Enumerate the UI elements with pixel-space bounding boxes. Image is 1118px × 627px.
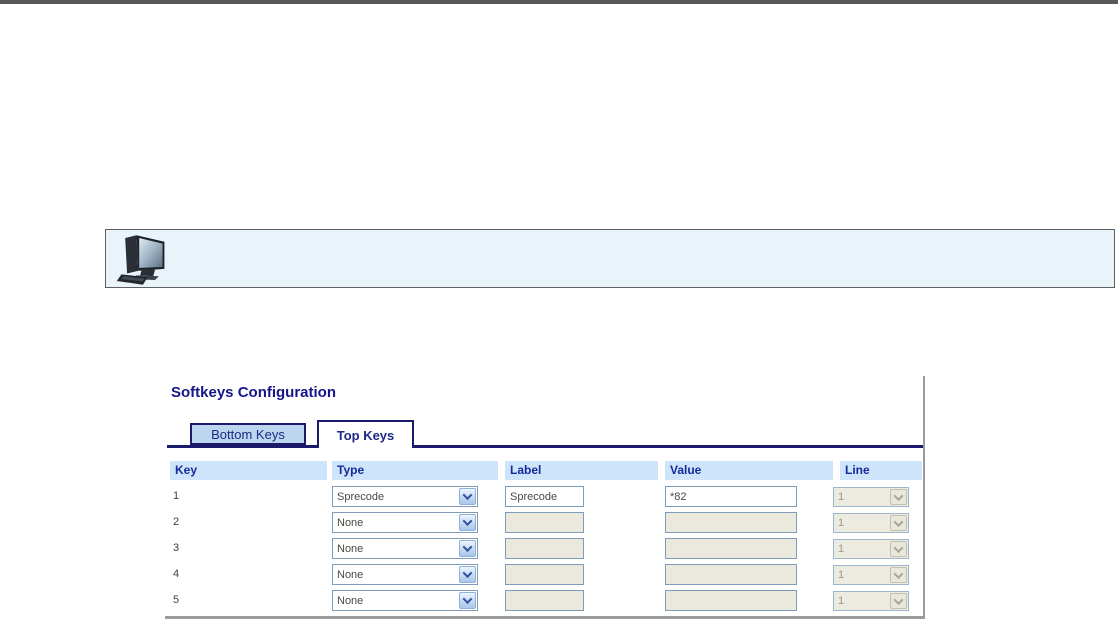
key-number: 3 xyxy=(173,542,179,554)
type-select-value: None xyxy=(333,517,458,529)
label-input xyxy=(505,564,584,585)
type-select[interactable]: None xyxy=(332,538,478,559)
key-number: 2 xyxy=(173,516,179,528)
type-select[interactable]: None xyxy=(332,590,478,611)
chevron-down-icon xyxy=(894,491,904,501)
key-number: 4 xyxy=(173,568,179,580)
column-header-value: Value xyxy=(665,461,833,480)
line-select-value: 1 xyxy=(834,595,889,607)
chevron-down-icon xyxy=(463,568,473,578)
type-select-value: None xyxy=(333,543,458,555)
column-header-line: Line xyxy=(840,461,922,480)
line-select: 1 xyxy=(833,565,909,585)
dropdown-button xyxy=(890,489,907,505)
type-select[interactable]: None xyxy=(332,564,478,585)
chevron-down-icon xyxy=(463,516,473,526)
label-input xyxy=(505,512,584,533)
value-input[interactable] xyxy=(665,486,797,507)
line-select-value: 1 xyxy=(834,491,889,503)
line-select-value: 1 xyxy=(834,543,889,555)
chevron-down-icon xyxy=(894,595,904,605)
softkey-row: 5 None 1 xyxy=(165,590,925,612)
dropdown-button[interactable] xyxy=(459,514,476,531)
dropdown-button xyxy=(890,593,907,609)
dropdown-button xyxy=(890,567,907,583)
dropdown-button xyxy=(890,541,907,557)
tab-top-keys[interactable]: Top Keys xyxy=(317,420,414,448)
label-input xyxy=(505,590,584,611)
chevron-down-icon xyxy=(894,517,904,527)
type-select[interactable]: Sprecode xyxy=(332,486,478,507)
page-top-rule xyxy=(0,0,1118,4)
chevron-down-icon xyxy=(894,543,904,553)
tab-underline xyxy=(167,445,923,448)
label-input[interactable] xyxy=(505,486,584,507)
line-select-value: 1 xyxy=(834,517,889,529)
line-select: 1 xyxy=(833,487,909,507)
page: Softkeys Configuration Bottom Keys Top K… xyxy=(0,0,1118,627)
line-select: 1 xyxy=(833,591,909,611)
type-select[interactable]: None xyxy=(332,512,478,533)
type-select-value: None xyxy=(333,595,458,607)
tab-bottom-keys[interactable]: Bottom Keys xyxy=(190,423,306,445)
dropdown-button[interactable] xyxy=(459,488,476,505)
line-select: 1 xyxy=(833,539,909,559)
softkeys-configuration-panel: Softkeys Configuration Bottom Keys Top K… xyxy=(165,376,925,619)
computer-icon xyxy=(114,233,170,286)
value-input xyxy=(665,512,797,533)
value-input xyxy=(665,538,797,559)
type-select-value: None xyxy=(333,569,458,581)
key-number: 1 xyxy=(173,490,179,502)
softkey-row: 3 None 1 xyxy=(165,538,925,560)
column-header-key: Key xyxy=(170,461,327,480)
softkey-row: 4 None 1 xyxy=(165,564,925,586)
value-input xyxy=(665,590,797,611)
column-header-type: Type xyxy=(332,461,498,480)
chevron-down-icon xyxy=(894,569,904,579)
note-box xyxy=(105,229,1115,288)
softkey-row: 2 None 1 xyxy=(165,512,925,534)
column-header-label: Label xyxy=(505,461,658,480)
line-select-value: 1 xyxy=(834,569,889,581)
line-select: 1 xyxy=(833,513,909,533)
label-input xyxy=(505,538,584,559)
dropdown-button xyxy=(890,515,907,531)
dropdown-button[interactable] xyxy=(459,566,476,583)
key-number: 5 xyxy=(173,594,179,606)
page-title: Softkeys Configuration xyxy=(171,384,336,401)
type-select-value: Sprecode xyxy=(333,491,458,503)
chevron-down-icon xyxy=(463,490,473,500)
dropdown-button[interactable] xyxy=(459,592,476,609)
value-input xyxy=(665,564,797,585)
chevron-down-icon xyxy=(463,542,473,552)
softkey-row: 1 Sprecode 1 xyxy=(165,486,925,508)
dropdown-button[interactable] xyxy=(459,540,476,557)
chevron-down-icon xyxy=(463,594,473,604)
